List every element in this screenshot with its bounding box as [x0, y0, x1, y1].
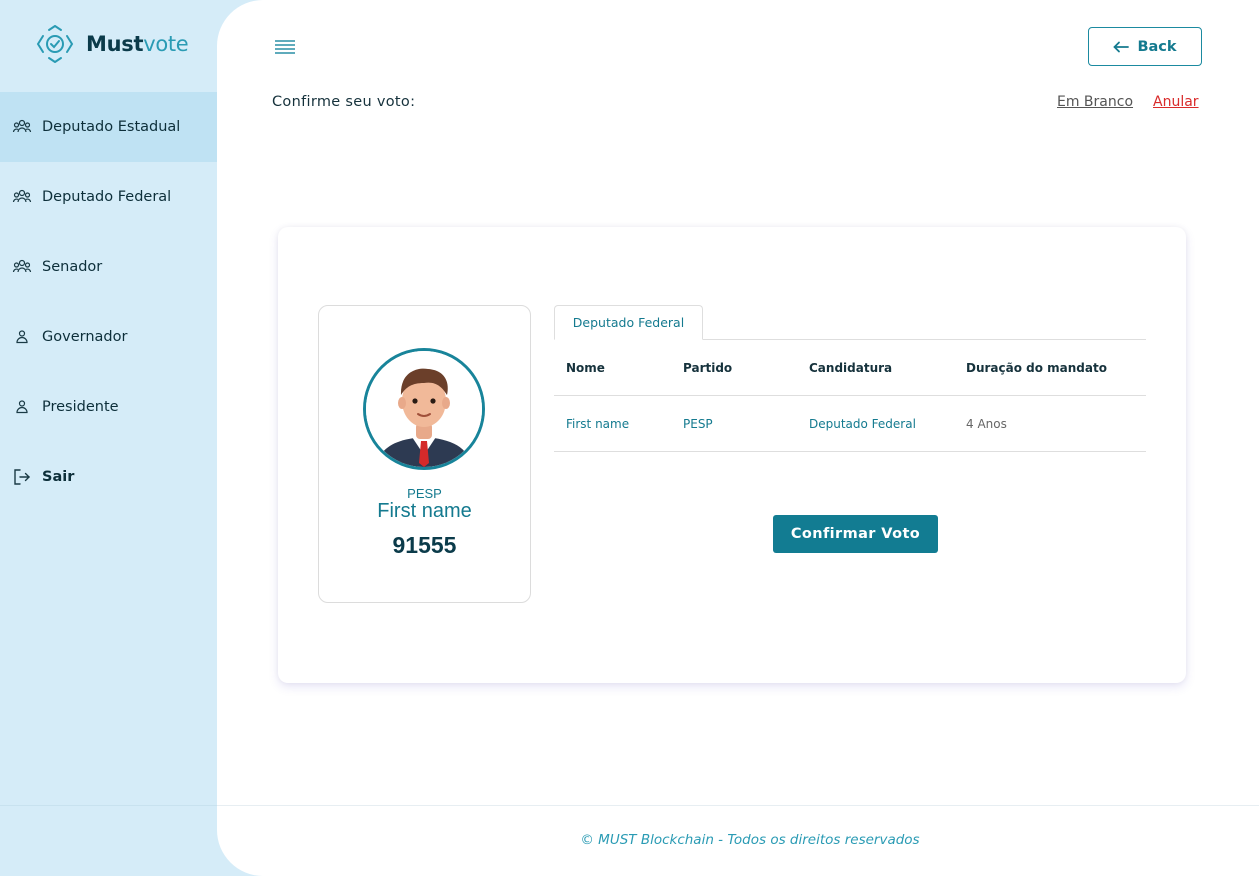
sidebar-divider	[0, 805, 217, 806]
sidebar-item-label: Governador	[42, 329, 128, 345]
main-panel: Back Confirme seu voto: Em Branco Anular	[217, 0, 1259, 876]
table-cell: First name	[566, 416, 630, 431]
page-title: Confirme seu voto:	[272, 94, 416, 110]
confirm-vote-button[interactable]: Confirmar Voto	[773, 515, 938, 553]
avatar-image	[366, 351, 482, 467]
sidebar-item-label: Presidente	[42, 399, 119, 415]
brand-logo[interactable]: Mustvote	[34, 24, 189, 64]
footer-text: © MUST Blockchain - Todos os direitos re…	[580, 832, 920, 848]
sidebar-item-label: Deputado Estadual	[42, 119, 181, 135]
sidebar-item-label: Senador	[42, 259, 103, 275]
back-button[interactable]: Back	[1088, 27, 1202, 66]
sidebar: Mustvote Deputado Estadual Deputado Fede…	[0, 0, 240, 876]
column-header: Nome	[566, 360, 605, 375]
person-icon	[16, 330, 28, 344]
table-cell: 4 Anos	[966, 416, 1007, 431]
tab-bar: Deputado Federal	[554, 305, 1146, 340]
candidate-number: 91555	[392, 532, 457, 558]
group-icon	[12, 119, 32, 133]
candidate-party: PESP	[407, 486, 442, 501]
logout-button[interactable]: Sair	[0, 442, 218, 512]
sidebar-item-presidente[interactable]: Presidente	[0, 372, 218, 442]
logout-icon	[14, 469, 30, 485]
sidebar-nav: Deputado Estadual Deputado Federal Senad…	[0, 92, 218, 512]
annul-vote-link[interactable]: Anular	[1153, 94, 1199, 110]
menu-icon[interactable]	[274, 38, 296, 56]
blank-vote-link[interactable]: Em Branco	[1057, 94, 1133, 110]
column-header: Candidatura	[809, 360, 893, 375]
vote-card: PESP First name 91555 Deputado Federal N…	[278, 227, 1186, 683]
logout-label: Sair	[42, 469, 75, 485]
sidebar-item-deputado-federal[interactable]: Deputado Federal	[0, 162, 218, 232]
logo-icon	[36, 25, 74, 63]
brand-name: Mustvote	[86, 32, 189, 56]
table-cell: Deputado Federal	[809, 416, 916, 431]
group-icon	[12, 259, 32, 273]
candidate-table: Nome Partido Candidatura Duração do mand…	[554, 340, 1146, 452]
sidebar-item-deputado-estadual[interactable]: Deputado Estadual	[0, 92, 218, 162]
arrow-left-icon	[1113, 41, 1130, 52]
table-header-row: Nome Partido Candidatura Duração do mand…	[554, 340, 1146, 396]
sidebar-item-senador[interactable]: Senador	[0, 232, 218, 302]
candidate-name: First name	[377, 500, 472, 522]
person-icon	[16, 400, 28, 414]
candidate-card: PESP First name 91555	[318, 305, 531, 603]
candidate-avatar	[363, 348, 485, 470]
table-cell: PESP	[683, 416, 713, 431]
sidebar-item-label: Deputado Federal	[42, 189, 172, 205]
tab-deputado-federal[interactable]: Deputado Federal	[554, 305, 703, 340]
footer-divider	[217, 805, 1259, 806]
table-row: First name PESP Deputado Federal 4 Anos	[554, 396, 1146, 452]
sidebar-item-governador[interactable]: Governador	[0, 302, 218, 372]
group-icon	[12, 189, 32, 203]
column-header: Partido	[683, 360, 733, 375]
column-header: Duração do mandato	[966, 360, 1107, 375]
back-label: Back	[1137, 38, 1177, 55]
